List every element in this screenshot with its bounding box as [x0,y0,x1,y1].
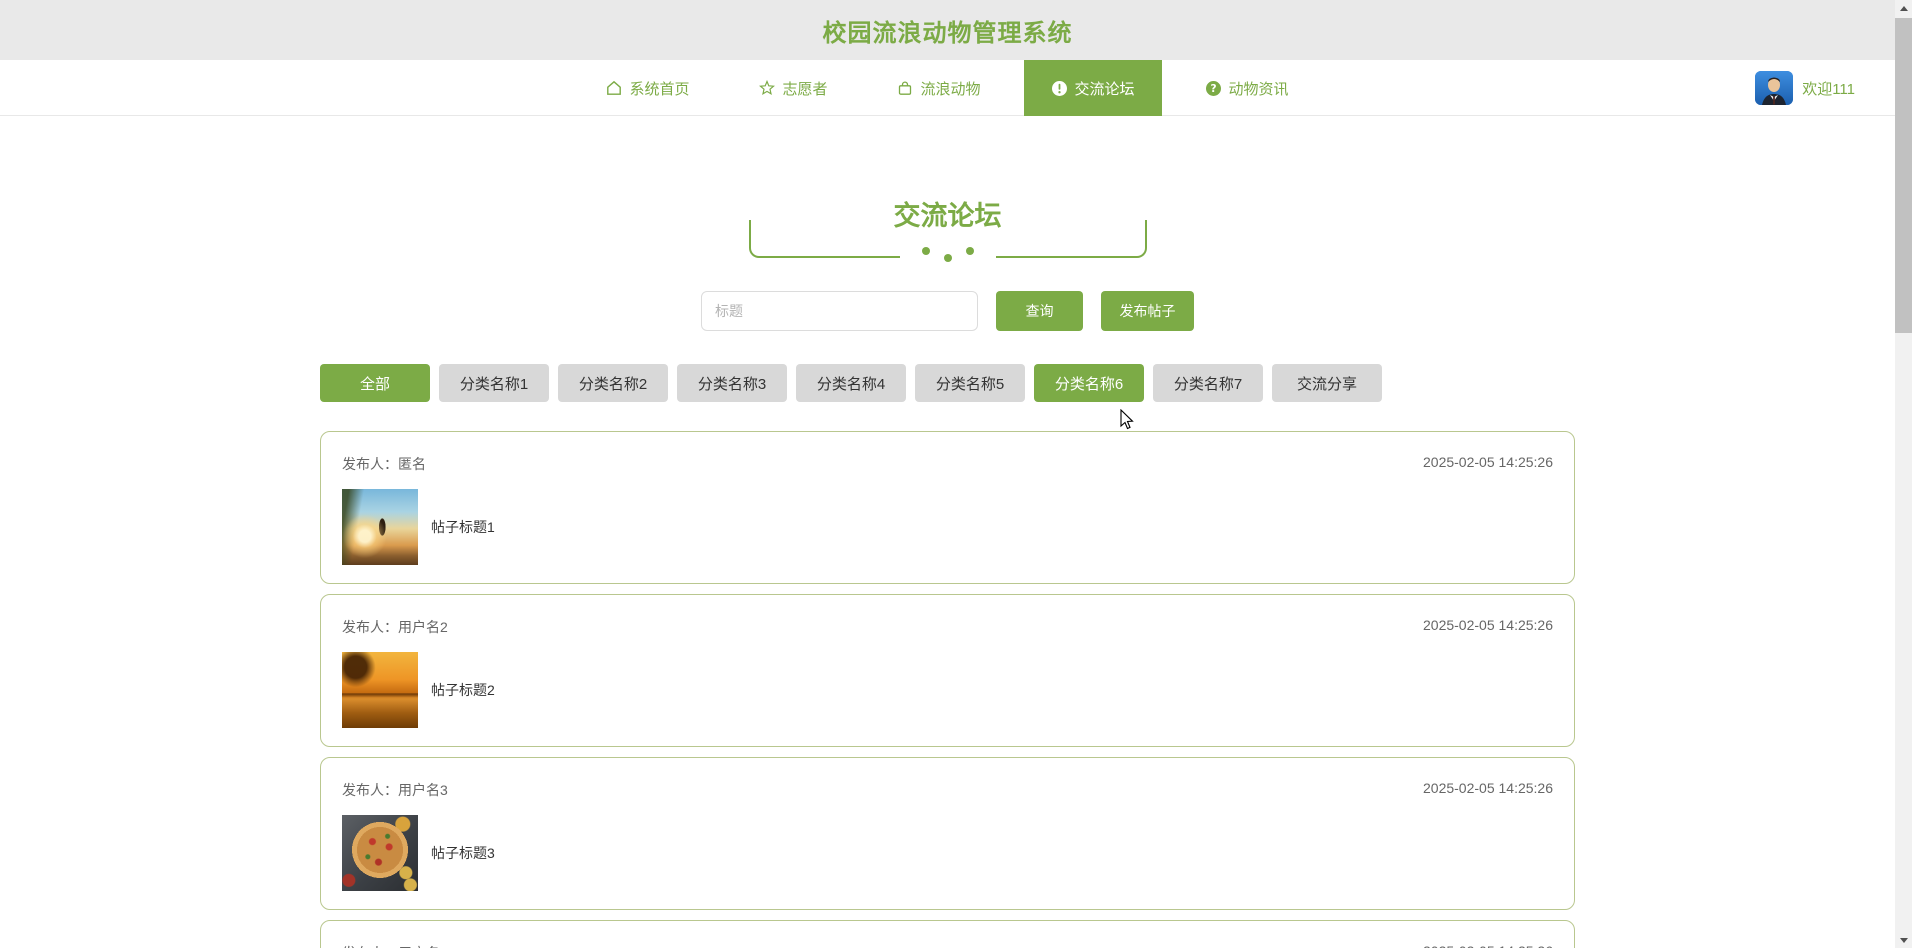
post-timestamp: 2025-02-05 14:25:26 [1423,780,1553,796]
user-avatar[interactable] [1755,71,1794,105]
vertical-scrollbar[interactable] [1895,0,1912,948]
post-list: 发布人：匿名 2025-02-05 14:25:26 帖子标题1 发布人：用户名2 20… [320,431,1575,948]
bag-icon [897,80,913,96]
post-card-4[interactable]: 发布人：用户名4 2025-02-05 14:25:26 [320,920,1575,948]
post-thumbnail-runner-sunset [342,489,418,565]
category-button-3[interactable]: 分类名称3 [677,364,787,402]
post-card-3[interactable]: 发布人：用户名3 2025-02-05 14:25:26 帖子标题3 [320,757,1575,910]
nav-item-home[interactable]: 系统首页 [579,60,716,116]
post-timestamp: 2025-02-05 14:25:26 [1423,454,1553,470]
category-filter-row: 全部 分类名称1 分类名称2 分类名称3 分类名称4 分类名称5 分类名称6 分类名称7 交流分… [320,364,1575,402]
nav-item-label: 交流论坛 [1074,80,1135,98]
category-button-5[interactable]: 分类名称5 [915,364,1025,402]
welcome-text: 欢迎111 [1802,80,1855,98]
exclamation-circle-icon [1051,80,1068,97]
category-button-1[interactable]: 分类名称1 [439,364,549,402]
post-publisher: 发布人：用户名3 [342,782,448,798]
post-publisher: 发布人：匿名 [342,456,426,472]
category-button-4[interactable]: 分类名称4 [796,364,906,402]
nav-item-volunteer[interactable]: 志愿者 [732,60,854,116]
main-nav: 系统首页 志愿者 流浪动物 交流论坛 ? 动物资讯 欢迎111 [0,60,1895,116]
query-button[interactable]: 查询 [996,291,1083,331]
post-timestamp: 2025-02-05 14:25:26 [1423,943,1553,948]
post-publisher: 发布人：用户名4 [342,943,448,948]
post-card-1[interactable]: 发布人：匿名 2025-02-05 14:25:26 帖子标题1 [320,431,1575,584]
post-timestamp: 2025-02-05 14:25:26 [1423,617,1553,633]
app-title: 校园流浪动物管理系统 [822,19,1073,47]
nav-item-news[interactable]: ? 动物资讯 [1178,60,1316,116]
category-button-0[interactable]: 全部 [320,364,430,402]
category-button-8[interactable]: 交流分享 [1272,364,1382,402]
post-thumbnail-sunset-lake [342,652,418,728]
star-icon [759,80,776,96]
nav-item-label: 动物资讯 [1228,80,1289,98]
nav-user-area: 欢迎111 [1755,60,1855,116]
scrollbar-up-arrow[interactable] [1895,0,1912,16]
app-header: 校园流浪动物管理系统 [0,0,1895,60]
nav-items: 系统首页 志愿者 流浪动物 交流论坛 ? 动物资讯 [0,60,1895,116]
post-title-link[interactable]: 帖子标题2 [431,680,495,700]
nav-item-label: 流浪动物 [920,80,981,98]
post-publisher: 发布人：用户名2 [342,619,448,635]
decoration-dots [918,244,978,264]
svg-text:?: ? [1210,83,1216,95]
scrollbar-down-arrow[interactable] [1895,932,1912,948]
post-thumbnail-pizza [342,815,418,891]
title-search-input[interactable] [701,291,978,331]
forum-main: 交流论坛 查询 发布帖子 全部分类名称1分类名称2分类名称3分类名称4分类名称5… [0,194,1895,948]
nav-item-animals[interactable]: 流浪动物 [870,60,1007,116]
nav-item-label: 系统首页 [629,80,690,98]
home-icon [606,80,622,96]
category-button-7[interactable]: 分类名称7 [1153,364,1263,402]
post-title-link[interactable]: 帖子标题1 [431,517,495,537]
page-title: 交流论坛 [893,201,1002,231]
category-button-2[interactable]: 分类名称2 [558,364,668,402]
category-button-6[interactable]: 分类名称6 [1034,364,1144,402]
post-card-2[interactable]: 发布人：用户名2 2025-02-05 14:25:26 帖子标题2 [320,594,1575,747]
question-circle-icon: ? [1205,80,1222,97]
create-post-button[interactable]: 发布帖子 [1101,291,1194,331]
nav-item-label: 志愿者 [782,80,828,98]
nav-item-forum[interactable]: 交流论坛 [1023,60,1162,116]
search-row: 查询 发布帖子 [0,291,1895,331]
page: 校园流浪动物管理系统 系统首页 志愿者 流浪动物 交流论坛 ? 动物资讯 欢迎1… [0,0,1895,948]
post-title-link[interactable]: 帖子标题3 [431,843,495,863]
scrollbar-thumb[interactable] [1895,18,1912,333]
